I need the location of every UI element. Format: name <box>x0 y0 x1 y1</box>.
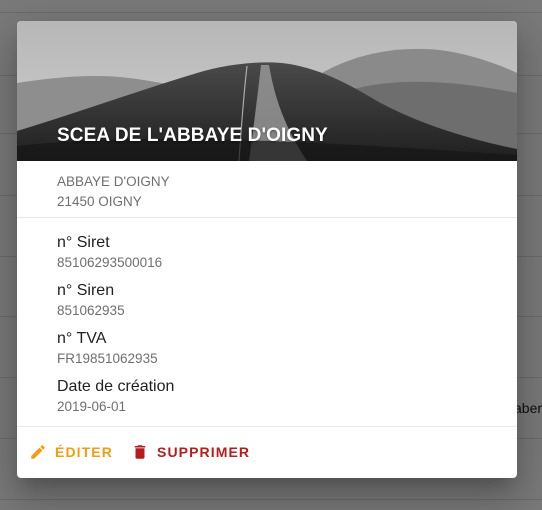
delete-button[interactable]: SUPPRIMER <box>131 443 250 461</box>
edit-button-label: ÉDITER <box>55 444 113 460</box>
pencil-icon <box>29 443 47 461</box>
field-value: 851062935 <box>57 303 125 318</box>
field-siren: n° Siren 851062935 <box>57 281 477 329</box>
field-value: FR19851062935 <box>57 351 158 366</box>
field-siret: n° Siret 85106293500016 <box>57 233 477 281</box>
delete-button-label: SUPPRIMER <box>157 444 251 460</box>
trash-icon <box>131 443 149 461</box>
field-label: n° Siret <box>57 234 110 251</box>
edit-button[interactable]: ÉDITER <box>29 443 113 461</box>
field-label: n° Siren <box>57 282 115 299</box>
address-line-2: 21450 OIGNY <box>57 194 142 209</box>
dialog-actions: ÉDITER SUPPRIMER <box>17 427 517 477</box>
field-creation-date: Date de création 2019-06-01 <box>57 377 477 425</box>
header-banner: SCEA DE L'ABBAYE D'OIGNY <box>17 21 517 161</box>
field-value: 85106293500016 <box>57 255 163 270</box>
address-line-1: ABBAYE D'OIGNY <box>57 174 170 189</box>
field-label: Date de création <box>57 378 175 395</box>
address-block: ABBAYE D'OIGNY 21450 OIGNY <box>17 161 517 218</box>
company-detail-dialog: SCEA DE L'ABBAYE D'OIGNY ABBAYE D'OIGNY … <box>17 21 517 478</box>
company-fields: n° Siret 85106293500016 n° Siren 8510629… <box>17 218 517 427</box>
field-value: 2019-06-01 <box>57 399 127 414</box>
field-label: n° TVA <box>57 330 107 347</box>
company-name-title: SCEA DE L'ABBAYE D'OIGNY <box>57 125 328 146</box>
field-tva: n° TVA FR19851062935 <box>57 329 477 377</box>
